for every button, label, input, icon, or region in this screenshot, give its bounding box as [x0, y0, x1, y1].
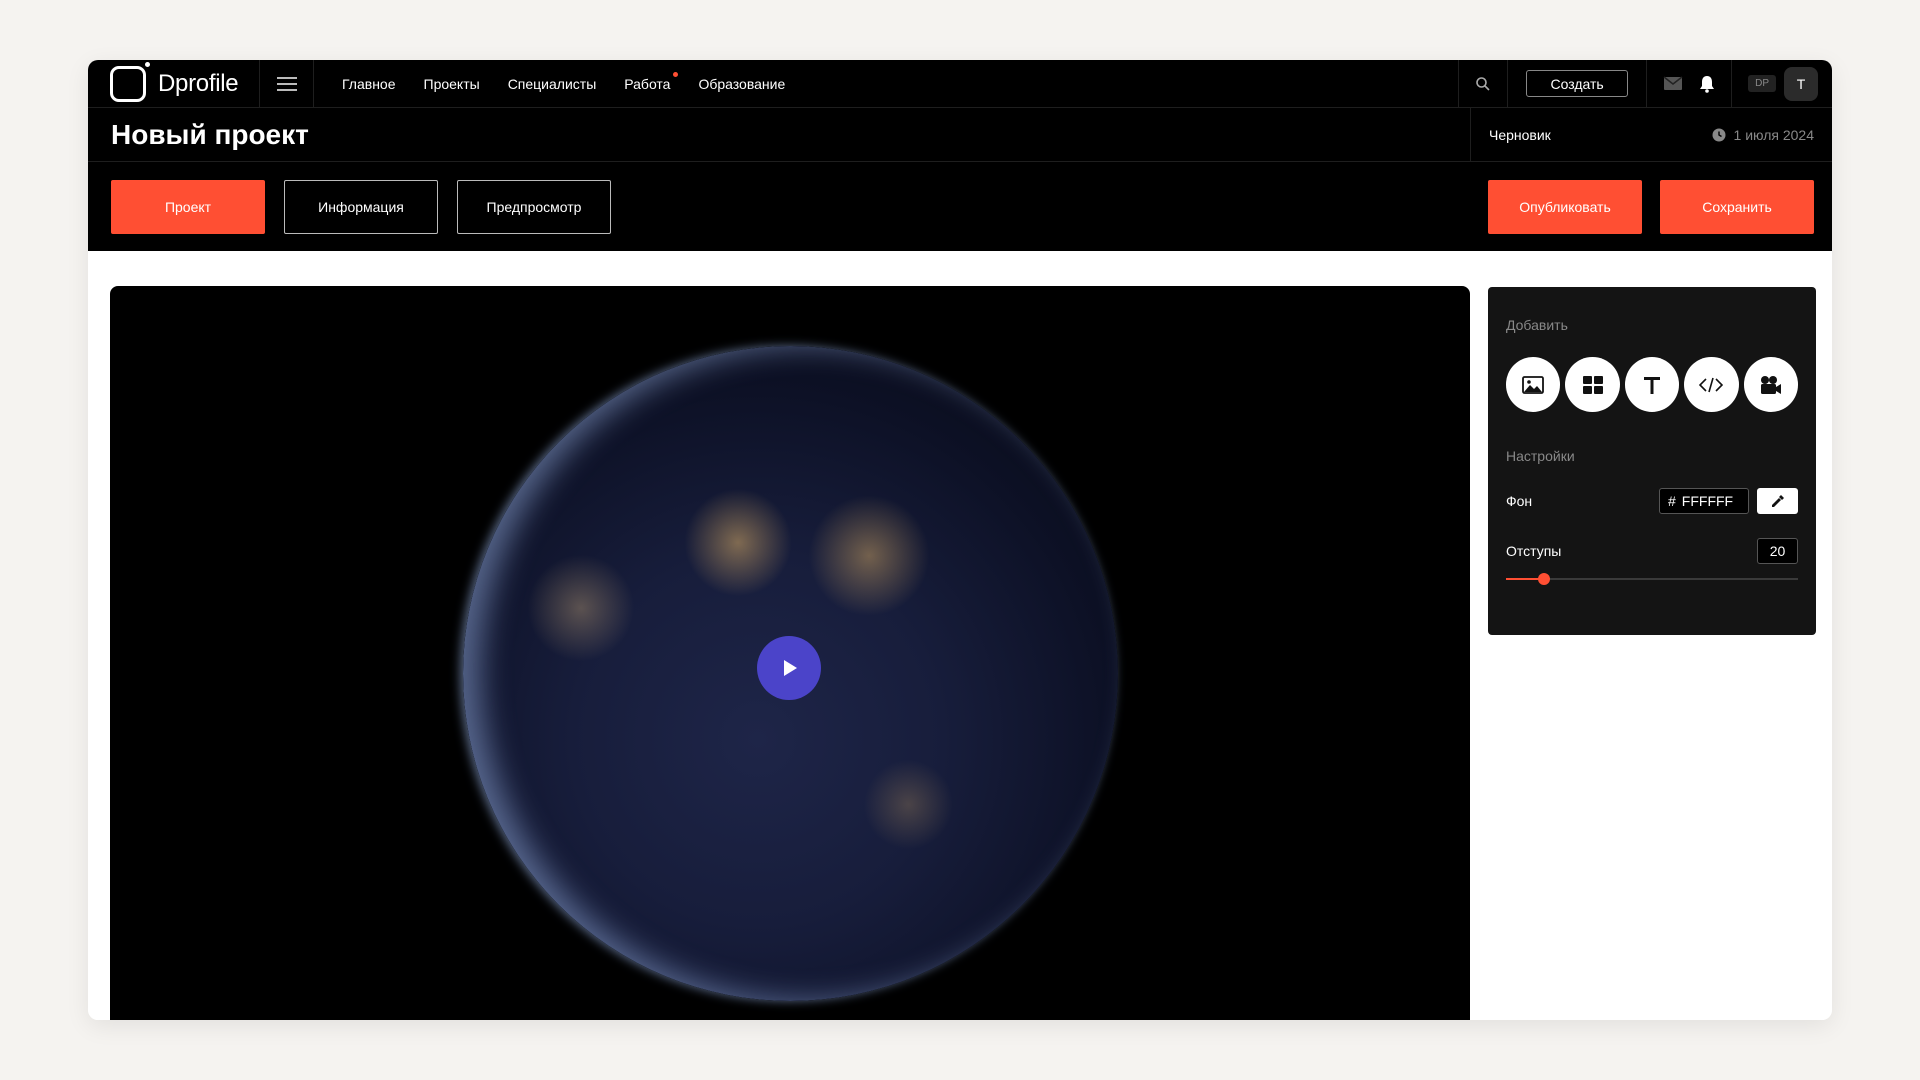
play-icon	[784, 660, 797, 676]
project-meta: Черновик 1 июля 2024	[1470, 108, 1832, 161]
tab-project[interactable]: Проект	[111, 179, 265, 234]
notification-dot	[673, 71, 679, 77]
play-button[interactable]	[757, 636, 821, 700]
tab-information[interactable]: Информация	[284, 179, 438, 234]
padding-setting: Отступы 20	[1506, 538, 1798, 564]
create-button[interactable]: Создать	[1526, 70, 1629, 97]
nav-item-education[interactable]: Образование	[698, 76, 785, 92]
app-window: Dprofile Главное Проекты Специалисты Раб…	[88, 60, 1832, 1020]
search-icon	[1476, 76, 1490, 91]
add-section-label: Добавить	[1506, 317, 1568, 333]
page-title: Новый проект	[111, 118, 309, 150]
top-right-controls: Создать DP T	[1458, 60, 1832, 107]
avatar[interactable]: T	[1784, 66, 1818, 101]
logo-icon	[110, 61, 150, 102]
nav-item-specialists[interactable]: Специалисты	[508, 76, 597, 92]
background-color-input[interactable]: # FFFFFF	[1659, 488, 1749, 514]
save-button[interactable]: Сохранить	[1660, 179, 1814, 234]
add-code-button[interactable]	[1684, 357, 1739, 412]
action-bar: Проект Информация Предпросмотр Опубликов…	[88, 162, 1832, 251]
title-bar: Новый проект Черновик 1 июля 2024	[88, 108, 1832, 162]
main-nav: Главное Проекты Специалисты Работа Образ…	[314, 60, 799, 107]
clock-icon	[1712, 128, 1726, 141]
background-setting: Фон # FFFFFF	[1506, 488, 1798, 514]
hamburger-icon	[276, 82, 297, 85]
logo-text: Dprofile	[158, 69, 239, 97]
image-icon	[1522, 375, 1545, 394]
project-date: 1 июля 2024	[1733, 126, 1814, 143]
add-grid-button[interactable]	[1565, 357, 1620, 412]
padding-slider[interactable]	[1506, 572, 1798, 586]
nav-item-jobs[interactable]: Работа	[624, 71, 679, 92]
status-badge: Черновик	[1489, 126, 1551, 143]
nav-item-home[interactable]: Главное	[342, 76, 396, 92]
eyedropper-icon	[1771, 495, 1784, 507]
color-picker-button[interactable]	[1757, 488, 1798, 514]
logo[interactable]: Dprofile	[88, 60, 260, 107]
add-image-button[interactable]	[1506, 357, 1561, 412]
hex-value: FFFFFF	[1681, 493, 1734, 509]
dp-badge[interactable]: DP	[1748, 75, 1776, 92]
add-text-button[interactable]	[1624, 357, 1680, 412]
background-label: Фон	[1506, 493, 1533, 509]
mail-icon[interactable]	[1663, 76, 1683, 91]
text-icon	[1644, 376, 1661, 394]
settings-panel: Добавить Настройки Фон # FFFFFF Отступы …	[1488, 287, 1816, 635]
video-block[interactable]	[110, 286, 1470, 1020]
tab-preview[interactable]: Предпросмотр	[457, 179, 611, 234]
add-block-buttons	[1506, 357, 1799, 412]
video-icon	[1760, 375, 1781, 394]
date-group: 1 июля 2024	[1712, 127, 1814, 143]
editor-canvas: Добавить Настройки Фон # FFFFFF Отступы …	[88, 251, 1832, 1020]
settings-section-label: Настройки	[1506, 448, 1575, 464]
nav-item-projects[interactable]: Проекты	[424, 76, 480, 92]
code-icon	[1699, 377, 1724, 392]
padding-input[interactable]: 20	[1757, 538, 1798, 564]
search-button[interactable]	[1458, 60, 1509, 107]
slider-thumb[interactable]	[1537, 573, 1550, 585]
top-navbar: Dprofile Главное Проекты Специалисты Раб…	[88, 60, 1832, 108]
primary-actions: Опубликовать Сохранить	[1488, 179, 1814, 234]
add-video-button[interactable]	[1743, 357, 1799, 412]
menu-button[interactable]	[260, 60, 314, 107]
publish-button[interactable]: Опубликовать	[1488, 179, 1642, 234]
profile-group: DP T	[1731, 60, 1832, 107]
nav-item-jobs-label: Работа	[624, 75, 671, 92]
grid-icon	[1582, 375, 1603, 394]
notifications-group	[1646, 60, 1731, 107]
hex-hash: #	[1668, 493, 1676, 509]
padding-label: Отступы	[1506, 543, 1562, 559]
bell-icon[interactable]	[1699, 75, 1715, 93]
